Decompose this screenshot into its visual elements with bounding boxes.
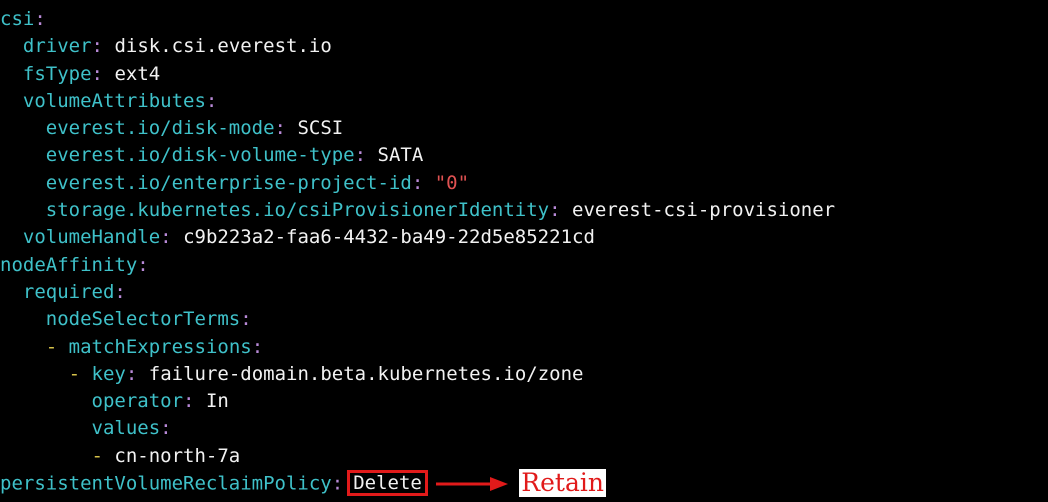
- yaml-colon: :: [183, 390, 195, 413]
- yaml-key: matchExpressions: [68, 335, 252, 358]
- yaml-value: everest-csi-provisioner: [572, 199, 836, 222]
- yaml-colon: :: [411, 171, 424, 194]
- yaml-line-operator: operator: In: [0, 388, 1048, 415]
- yaml-value: c9b223a2-faa6-4432-ba49-22d5e85221cd: [183, 226, 595, 249]
- yaml-colon: :: [205, 89, 218, 112]
- yaml-colon: :: [240, 308, 252, 331]
- yaml-line-csi: csi:: [0, 6, 1048, 33]
- yaml-colon: :: [331, 472, 344, 495]
- yaml-line-required: required:: [0, 279, 1048, 306]
- replacement-label: Retain: [519, 468, 606, 498]
- yaml-list-dash: -: [45, 335, 58, 358]
- right-arrow-icon: [435, 474, 508, 494]
- yaml-colon: :: [549, 199, 561, 222]
- yaml-value: SATA: [377, 144, 424, 167]
- yaml-key: volumeAttributes: [22, 89, 206, 112]
- yaml-colon: :: [137, 253, 149, 276]
- yaml-key: everest.io/disk-volume-type: [45, 144, 355, 167]
- arrow-svg: [435, 477, 508, 492]
- yaml-line-volume-handle: volumeHandle: c9b223a2-faa6-4432-ba49-22…: [0, 224, 1048, 251]
- yaml-line-node-affinity: nodeAffinity:: [0, 252, 1048, 279]
- yaml-key: key: [91, 362, 126, 385]
- yaml-colon: :: [251, 335, 264, 358]
- yaml-line-disk-mode: everest.io/disk-mode: SCSI: [0, 115, 1048, 142]
- yaml-line-provisioner-identity: storage.kubernetes.io/csiProvisionerIden…: [0, 197, 1048, 224]
- yaml-key: csi: [0, 8, 35, 30]
- yaml-line-driver: driver: disk.csi.everest.io: [0, 33, 1048, 60]
- yaml-key: nodeSelectorTerms: [45, 308, 241, 331]
- yaml-value: cn-north-7a: [114, 444, 241, 467]
- yaml-colon: :: [114, 280, 126, 303]
- yaml-colon: :: [274, 117, 286, 140]
- yaml-line-fstype: fsType: ext4: [0, 61, 1048, 88]
- yaml-colon: :: [91, 35, 103, 58]
- yaml-line-key: - key: failure-domain.beta.kubernetes.io…: [0, 361, 1048, 388]
- yaml-line-disk-volume-type: everest.io/disk-volume-type: SATA: [0, 142, 1048, 169]
- yaml-key: required: [22, 280, 115, 303]
- yaml-colon: :: [354, 144, 367, 167]
- yaml-value: failure-domain.beta.kubernetes.io/zone: [148, 362, 584, 385]
- yaml-value: In: [205, 390, 229, 413]
- yaml-key: fsType: [22, 62, 92, 85]
- yaml-value: disk.csi.everest.io: [114, 35, 332, 58]
- yaml-value: ext4: [114, 62, 161, 85]
- yaml-list-dash: -: [91, 444, 103, 467]
- yaml-key: everest.io/disk-mode: [45, 117, 275, 140]
- yaml-line-values-item: - cn-north-7a: [0, 443, 1048, 470]
- yaml-line-values: values:: [0, 415, 1048, 442]
- yaml-key: operator: [91, 390, 184, 413]
- terminal-window: csi: driver: disk.csi.everest.io fsType:…: [0, 0, 1048, 500]
- yaml-line-reclaim-policy: persistentVolumeReclaimPolicy: Delete Ret…: [0, 468, 1048, 498]
- yaml-line-node-selector-terms: nodeSelectorTerms:: [0, 306, 1048, 333]
- yaml-line-enterprise-project: everest.io/enterprise-project-id: "0": [0, 170, 1048, 197]
- yaml-key: values: [91, 417, 161, 440]
- yaml-key: everest.io/enterprise-project-id: [45, 171, 412, 194]
- yaml-value: SCSI: [297, 117, 344, 140]
- yaml-colon: :: [160, 226, 172, 249]
- yaml-colon: :: [125, 362, 138, 385]
- yaml-colon: :: [91, 62, 103, 85]
- yaml-line-volume-attributes: volumeAttributes:: [0, 88, 1048, 115]
- yaml-line-match-expressions: - matchExpressions:: [0, 334, 1048, 361]
- yaml-key: nodeAffinity: [0, 253, 138, 276]
- reclaim-policy-highlight-box: Delete: [347, 469, 428, 496]
- yaml-colon: :: [160, 417, 172, 440]
- yaml-string-value: "0": [434, 171, 470, 194]
- yaml-key: driver: [22, 35, 92, 58]
- yaml-key: volumeHandle: [22, 226, 161, 249]
- yaml-key: persistentVolumeReclaimPolicy: [0, 472, 332, 495]
- yaml-colon: :: [34, 8, 46, 30]
- yaml-key: storage.kubernetes.io/csiProvisionerIden…: [45, 199, 550, 222]
- yaml-list-dash: -: [68, 362, 81, 385]
